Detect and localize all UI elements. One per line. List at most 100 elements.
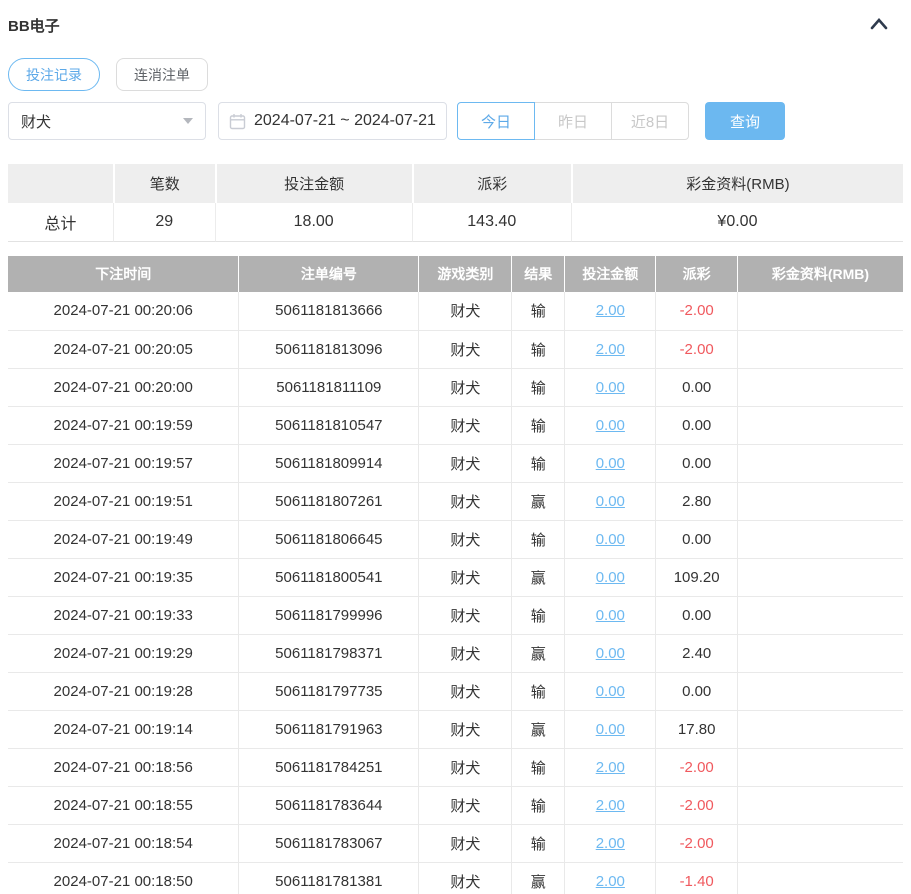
bet-amount-link[interactable]: 0.00: [596, 493, 625, 510]
summary-header-bet-amount: 投注金额: [214, 164, 412, 203]
betting-records-panel: BB电子 投注记录 连消注单 财犬 2024-07-21 ~ 2024-07-2…: [0, 0, 911, 894]
payout-cell: 0.00: [655, 444, 738, 483]
payout-cell: 0.00: [655, 406, 738, 445]
order-id-cell: 5061181813666: [238, 292, 420, 331]
bonus-cell: [737, 558, 903, 597]
bet-amount-link[interactable]: 2.00: [596, 797, 625, 814]
bet-amount-cell: 0.00: [564, 368, 657, 407]
bet-time-cell: 2024-07-21 00:18:55: [8, 786, 240, 825]
order-id-cell: 5061181813096: [238, 330, 420, 369]
bet-amount-link[interactable]: 0.00: [596, 721, 625, 738]
order-id-cell: 5061181783067: [238, 824, 420, 863]
payout-cell: -2.00: [655, 786, 738, 825]
bet-amount-cell: 2.00: [564, 292, 657, 331]
game-type-cell: 财犬: [418, 330, 513, 369]
bet-amount-link[interactable]: 0.00: [596, 531, 625, 548]
bet-amount-cell: 2.00: [564, 862, 657, 894]
collapse-button[interactable]: [867, 15, 891, 36]
bet-amount-link[interactable]: 2.00: [596, 341, 625, 358]
summary-header-payout: 派彩: [411, 164, 571, 203]
game-type-cell: 财犬: [418, 748, 513, 787]
bet-time-cell: 2024-07-21 00:19:33: [8, 596, 240, 635]
result-cell: 赢: [511, 558, 566, 597]
bet-amount-link[interactable]: 0.00: [596, 645, 625, 662]
filter-bar: 财犬 2024-07-21 ~ 2024-07-21 今日 昨日 近8日 查询: [8, 102, 903, 140]
tab-bar: 投注记录 连消注单: [8, 58, 903, 91]
tab-cancelled-bets[interactable]: 连消注单: [116, 58, 208, 91]
result-cell: 赢: [511, 482, 566, 521]
today-button[interactable]: 今日: [457, 102, 535, 140]
bet-time-cell: 2024-07-21 00:19:59: [8, 406, 240, 445]
payout-cell: 109.20: [655, 558, 738, 597]
bet-amount-link[interactable]: 0.00: [596, 683, 625, 700]
bonus-cell: [737, 292, 903, 331]
payout-cell: 17.80: [655, 710, 738, 749]
game-type-cell: 财犬: [418, 862, 513, 894]
bet-amount-cell: 0.00: [564, 444, 657, 483]
bet-amount-link[interactable]: 0.00: [596, 455, 625, 472]
table-row: 2024-07-21 00:19:49 5061181806645 财犬 输 0…: [8, 520, 903, 559]
table-row: 2024-07-21 00:18:50 5061181781381 财犬 赢 2…: [8, 862, 903, 894]
bet-amount-cell: 2.00: [564, 330, 657, 369]
order-id-cell: 5061181810547: [238, 406, 420, 445]
payout-cell: -1.40: [655, 862, 738, 894]
summary-header-row: 笔数 投注金额 派彩 彩金资料(RMB): [8, 164, 903, 203]
bet-amount-link[interactable]: 2.00: [596, 302, 625, 319]
bet-amount-link[interactable]: 0.00: [596, 417, 625, 434]
table-row: 2024-07-21 00:19:29 5061181798371 财犬 赢 0…: [8, 634, 903, 673]
bonus-cell: [737, 520, 903, 559]
game-type-cell: 财犬: [418, 672, 513, 711]
yesterday-button[interactable]: 昨日: [534, 102, 612, 140]
summary-table: 笔数 投注金额 派彩 彩金资料(RMB) 总计 29 18.00 143.40 …: [8, 164, 903, 242]
table-row: 2024-07-21 00:19:57 5061181809914 财犬 输 0…: [8, 444, 903, 483]
bet-amount-cell: 0.00: [564, 520, 657, 559]
payout-cell: 0.00: [655, 520, 738, 559]
bet-amount-link[interactable]: 2.00: [596, 873, 625, 890]
bet-amount-cell: 0.00: [564, 406, 657, 445]
bet-amount-link[interactable]: 2.00: [596, 835, 625, 852]
summary-total-count: 29: [112, 203, 215, 242]
bet-time-cell: 2024-07-21 00:18:50: [8, 862, 240, 894]
search-button[interactable]: 查询: [705, 102, 785, 140]
bet-amount-cell: 2.00: [564, 748, 657, 787]
result-cell: 输: [511, 406, 566, 445]
summary-total-row: 总计 29 18.00 143.40 ¥0.00: [8, 203, 903, 242]
result-cell: 输: [511, 786, 566, 825]
order-id-cell: 5061181791963: [238, 710, 420, 749]
bonus-cell: [737, 862, 903, 894]
table-row: 2024-07-21 00:19:28 5061181797735 财犬 输 0…: [8, 672, 903, 711]
table-row: 2024-07-21 00:19:33 5061181799996 财犬 输 0…: [8, 596, 903, 635]
last-8-days-button[interactable]: 近8日: [611, 102, 689, 140]
table-row: 2024-07-21 00:20:06 5061181813666 财犬 输 2…: [8, 292, 903, 331]
result-cell: 输: [511, 444, 566, 483]
bet-time-cell: 2024-07-21 00:20:00: [8, 368, 240, 407]
bet-time-cell: 2024-07-21 00:19:51: [8, 482, 240, 521]
tab-betting-records[interactable]: 投注记录: [8, 58, 100, 91]
records-header-bet-amount: 投注金额: [564, 256, 657, 292]
summary-total-bonus: ¥0.00: [570, 203, 903, 242]
game-type-cell: 财犬: [418, 634, 513, 673]
bet-amount-cell: 2.00: [564, 786, 657, 825]
bet-amount-link[interactable]: 0.00: [596, 379, 625, 396]
result-cell: 赢: [511, 862, 566, 894]
table-row: 2024-07-21 00:18:56 5061181784251 财犬 输 2…: [8, 748, 903, 787]
table-row: 2024-07-21 00:19:59 5061181810547 财犬 输 0…: [8, 406, 903, 445]
result-cell: 输: [511, 672, 566, 711]
result-cell: 输: [511, 596, 566, 635]
date-range-input[interactable]: 2024-07-21 ~ 2024-07-21: [218, 102, 447, 140]
game-type-cell: 财犬: [418, 596, 513, 635]
payout-cell: 0.00: [655, 368, 738, 407]
quick-date-button-group: 今日 昨日 近8日: [457, 102, 689, 140]
payout-cell: -2.00: [655, 748, 738, 787]
game-select[interactable]: 财犬: [8, 102, 206, 140]
bet-amount-link[interactable]: 2.00: [596, 759, 625, 776]
summary-total-bet-amount: 18.00: [214, 203, 412, 242]
bet-amount-cell: 0.00: [564, 482, 657, 521]
result-cell: 输: [511, 368, 566, 407]
order-id-cell: 5061181811109: [238, 368, 420, 407]
order-id-cell: 5061181807261: [238, 482, 420, 521]
game-type-cell: 财犬: [418, 824, 513, 863]
bet-amount-link[interactable]: 0.00: [596, 569, 625, 586]
bonus-cell: [737, 444, 903, 483]
bet-amount-link[interactable]: 0.00: [596, 607, 625, 624]
